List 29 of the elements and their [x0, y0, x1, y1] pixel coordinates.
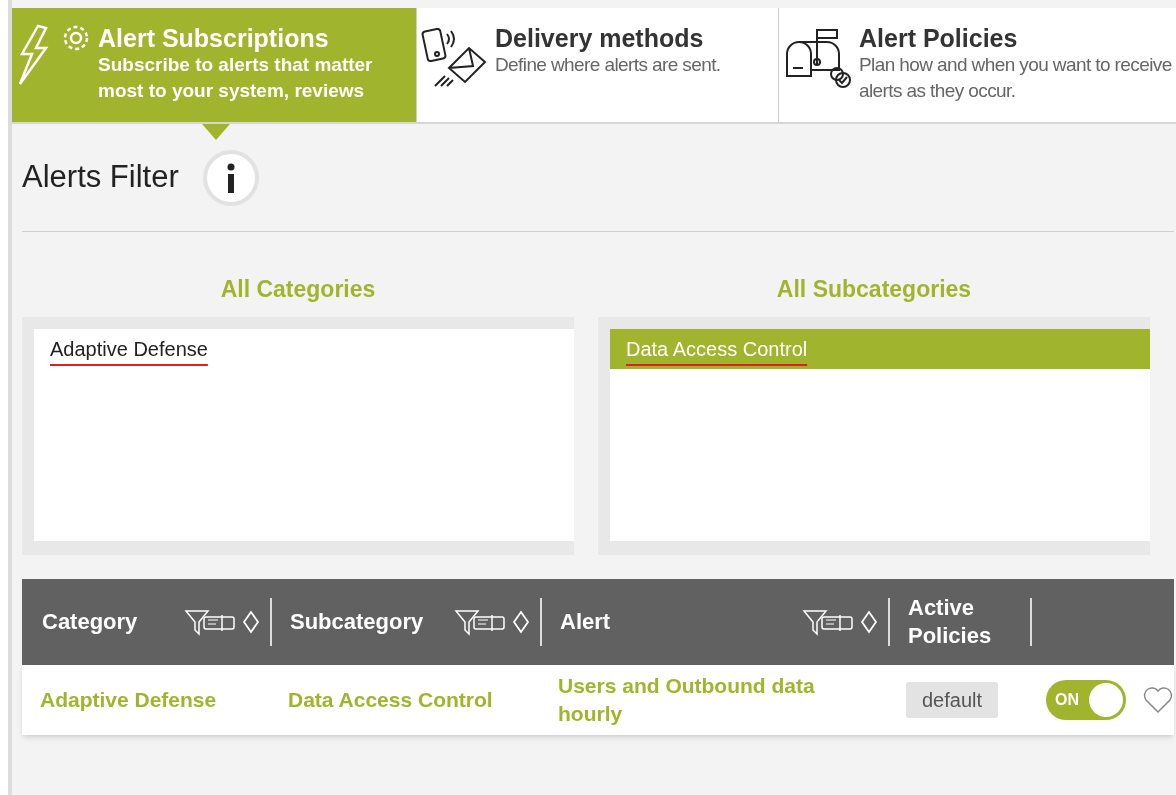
column-header[interactable]: Active Policies	[908, 593, 1008, 650]
tab-subtitle: Plan how and when you want to receive alerts as they occur.	[859, 53, 1173, 103]
toggle-knob	[1089, 682, 1123, 717]
heart-icon[interactable]	[1142, 685, 1174, 714]
list-heading: All Subcategories	[776, 275, 972, 304]
filter-icon[interactable]	[454, 607, 506, 636]
tab-title: Alert Subscriptions	[98, 24, 330, 52]
table-cell: Users and Outbound data hourly	[558, 673, 815, 725]
sort-icon[interactable]	[860, 608, 878, 635]
column-header[interactable]: Subcategory	[290, 607, 424, 636]
info-icon	[225, 162, 236, 193]
tab-subtitle: Define where alerts are sent.	[495, 53, 721, 77]
filter-icon[interactable]	[802, 607, 854, 636]
filter-icon[interactable]	[184, 607, 236, 636]
sort-icon[interactable]	[512, 608, 530, 635]
toggle-label: ON	[1054, 689, 1079, 710]
table-cell: Data Access Control	[288, 687, 493, 711]
list-heading: All Categories	[220, 275, 376, 304]
column-header[interactable]: Alert	[560, 607, 611, 636]
tab-subtitle: Subscribe to alerts that matter most to your system, reviews	[98, 53, 374, 103]
listbox[interactable]: Adaptive Defense	[34, 328, 574, 541]
column-header[interactable]: Category	[42, 607, 138, 636]
tab-title: Delivery methods	[495, 24, 705, 52]
policy-badge: default	[906, 681, 999, 718]
table-cell: Adaptive Defense	[40, 687, 217, 711]
sort-icon[interactable]	[242, 608, 260, 635]
filter-title: Alerts Filter	[22, 158, 179, 197]
tab-title: Alert Policies	[859, 24, 1019, 52]
table-row[interactable]: Adaptive Defense Data Access Control Users and Outbound data hourly default ON	[22, 664, 1174, 735]
